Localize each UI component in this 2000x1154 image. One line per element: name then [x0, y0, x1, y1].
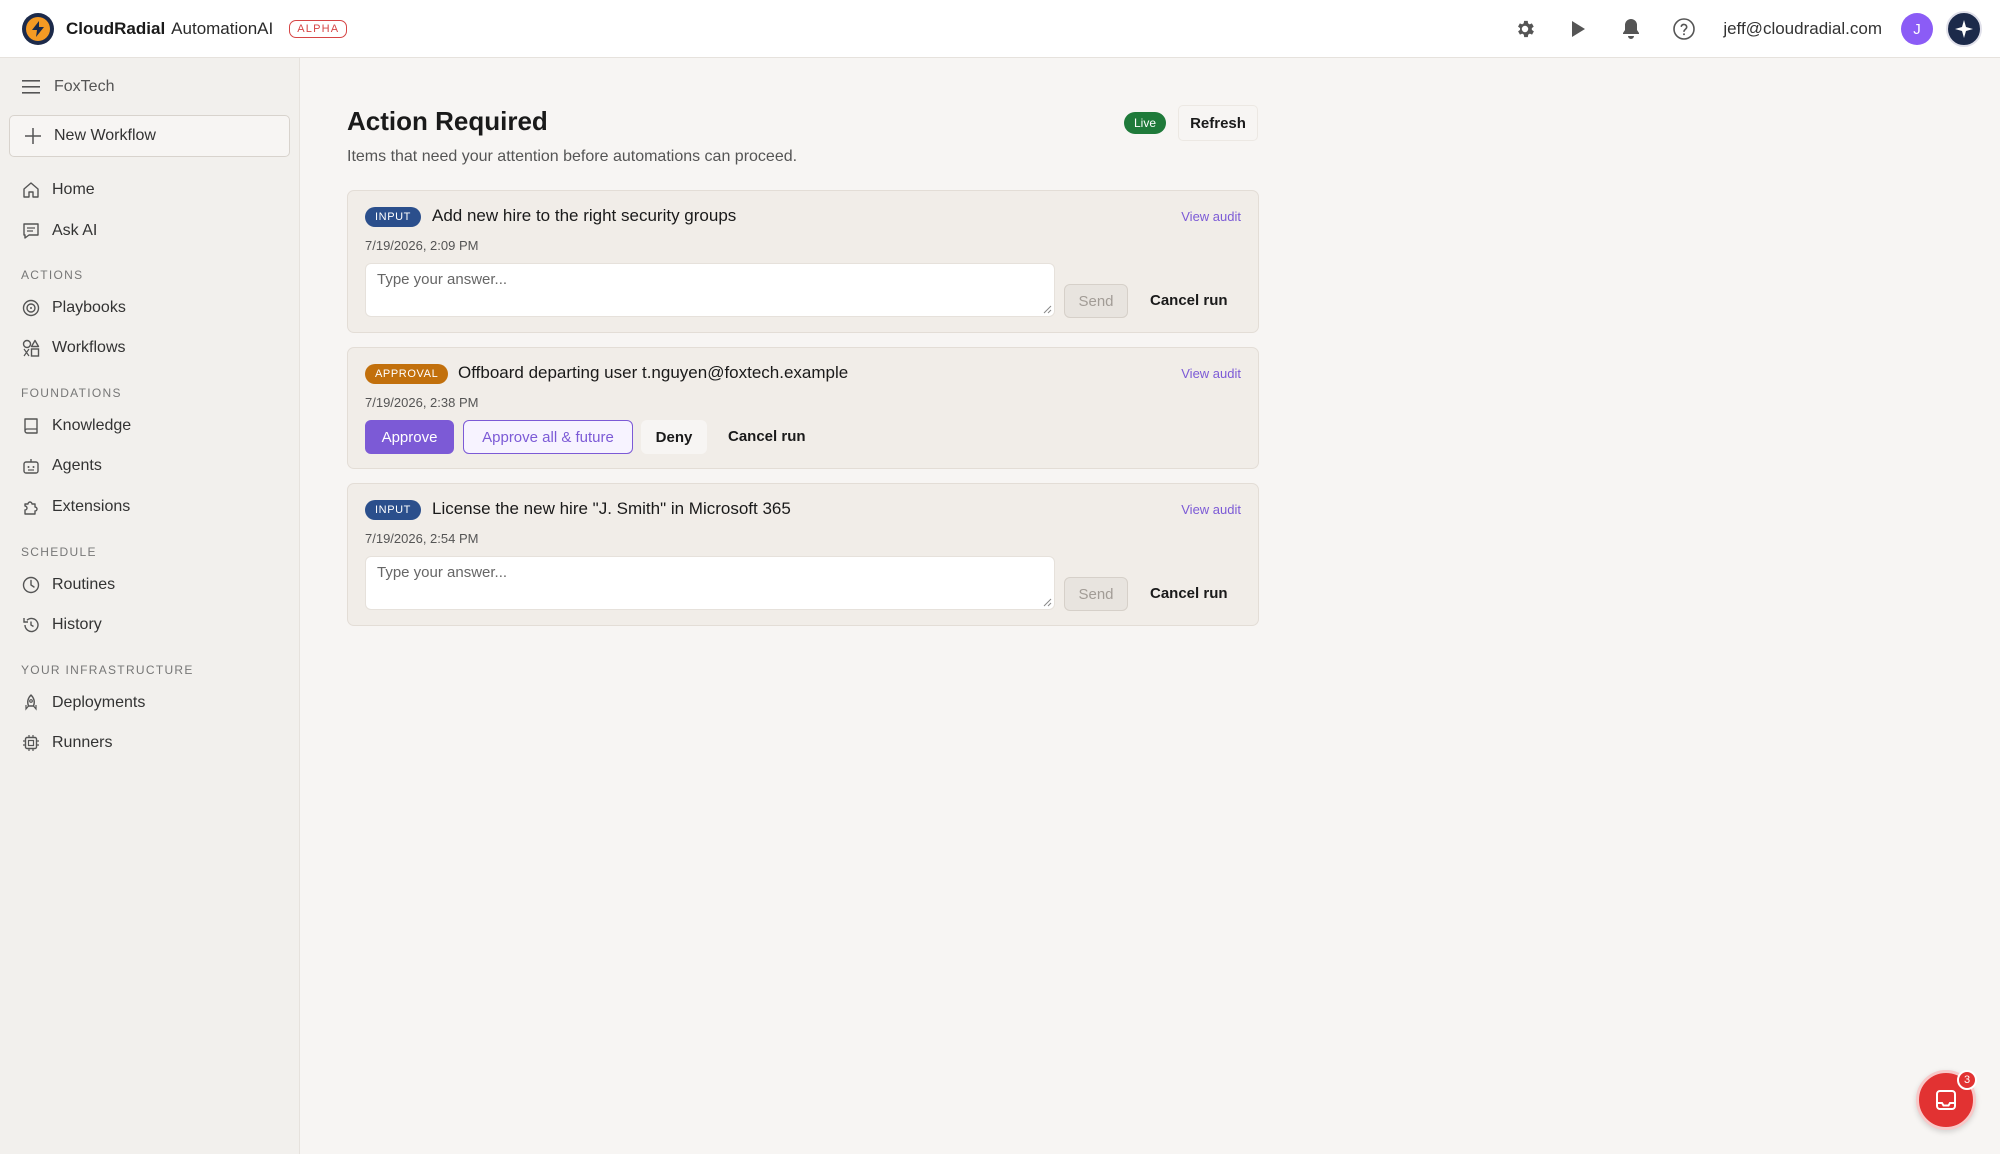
- sidebar-item-label: Deployments: [52, 694, 146, 711]
- view-audit-link[interactable]: View audit: [1181, 502, 1241, 517]
- sidebar-item-deployments[interactable]: Deployments: [22, 690, 145, 716]
- menu-icon[interactable]: [22, 80, 40, 94]
- section-foundations: FOUNDATIONS: [21, 386, 122, 400]
- input-badge: INPUT: [365, 500, 421, 520]
- card-timestamp: 7/19/2026, 2:38 PM: [365, 395, 479, 410]
- sidebar-item-runners[interactable]: Runners: [22, 730, 112, 756]
- product-name: AutomationAI: [171, 18, 274, 38]
- card-title: Add new hire to the right security group…: [432, 206, 737, 225]
- chat-icon: [23, 223, 39, 239]
- cancel-run-button[interactable]: Cancel run: [1150, 585, 1228, 602]
- sidebar-item-label: Extensions: [52, 498, 131, 515]
- sidebar-item-extensions[interactable]: Extensions: [22, 494, 130, 520]
- shapes-icon: [22, 339, 40, 357]
- history-icon: [23, 617, 39, 633]
- resize-grip-icon[interactable]: [1043, 598, 1052, 607]
- bell-icon[interactable]: [1618, 16, 1644, 42]
- clock-icon: [22, 576, 40, 594]
- puzzle-icon: [24, 501, 38, 515]
- sidebar-item-label: Routines: [52, 576, 116, 593]
- sidebar-item-label: Home: [52, 181, 95, 198]
- help-icon[interactable]: [1671, 16, 1697, 42]
- book-icon: [24, 418, 38, 434]
- brand[interactable]: CloudRadial AutomationAI ALPHA: [22, 12, 348, 45]
- sidebar-item-playbooks[interactable]: Playbooks: [22, 295, 126, 321]
- live-badge: Live: [1124, 112, 1167, 134]
- sidebar-item-agents[interactable]: Agents: [22, 453, 102, 479]
- inbox-icon: [1936, 1090, 1956, 1110]
- sidebar: FoxTech New Workflow Home Ask AI ACTIONS…: [0, 58, 300, 1154]
- resize-grip-icon[interactable]: [1043, 305, 1052, 314]
- sidebar-item-history[interactable]: History: [22, 612, 102, 638]
- sidebar-item-label: Workflows: [52, 339, 126, 356]
- sidebar-item-label: History: [52, 616, 102, 633]
- card-title: Offboard departing user t.nguyen@foxtech…: [458, 363, 849, 382]
- org-name: FoxTech: [54, 78, 115, 95]
- new-workflow-label: New Workflow: [54, 127, 156, 144]
- top-bar: CloudRadial AutomationAI ALPHA jeff@clou…: [0, 0, 2000, 58]
- sidebar-item-label: Agents: [52, 457, 102, 474]
- approval-badge: APPROVAL: [365, 364, 449, 384]
- cpu-icon: [23, 735, 39, 751]
- alpha-badge: ALPHA: [289, 19, 348, 38]
- page-title: Action Required: [347, 106, 548, 136]
- plus-icon: [25, 128, 41, 144]
- section-your-infrastructure: YOUR INFRASTRUCTURE: [21, 663, 194, 677]
- view-audit-link[interactable]: View audit: [1181, 209, 1241, 224]
- input-badge: INPUT: [365, 207, 421, 227]
- gear-icon[interactable]: [1512, 16, 1538, 42]
- answer-placeholder: Type your answer...: [377, 564, 508, 581]
- org-switcher[interactable]: FoxTech: [22, 78, 114, 96]
- approve-button[interactable]: Approve: [365, 420, 454, 454]
- deny-button[interactable]: Deny: [641, 420, 707, 454]
- send-button[interactable]: Send: [1064, 577, 1128, 611]
- section-schedule: SCHEDULE: [21, 545, 97, 559]
- sidebar-item-label: Playbooks: [52, 299, 126, 316]
- new-workflow-button[interactable]: New Workflow: [9, 115, 290, 157]
- approve-all-future-button[interactable]: Approve all & future: [463, 420, 633, 454]
- sidebar-item-label: Knowledge: [52, 417, 132, 434]
- rocket-icon: [25, 694, 37, 711]
- chat-unread-badge: 3: [1957, 1070, 1977, 1090]
- avatar[interactable]: J: [1901, 13, 1933, 45]
- view-audit-link[interactable]: View audit: [1181, 366, 1241, 381]
- action-card-input-1: INPUT Add new hire to the right security…: [347, 190, 1259, 333]
- robot-icon: [23, 459, 39, 474]
- sidebar-item-workflows[interactable]: Workflows: [22, 335, 126, 361]
- send-button[interactable]: Send: [1064, 284, 1128, 318]
- sidebar-item-routines[interactable]: Routines: [22, 572, 115, 598]
- action-card-approval: APPROVAL Offboard departing user t.nguye…: [347, 347, 1259, 469]
- home-icon: [23, 182, 39, 198]
- play-icon[interactable]: [1565, 16, 1591, 42]
- brand-name: CloudRadial: [66, 18, 166, 38]
- answer-input[interactable]: Type your answer...: [365, 263, 1055, 317]
- assistant-star-icon[interactable]: [1946, 11, 1982, 47]
- sidebar-item-label: Ask AI: [52, 222, 98, 239]
- page-subtitle: Items that need your attention before au…: [347, 148, 798, 165]
- section-actions: ACTIONS: [21, 268, 84, 282]
- cancel-run-button[interactable]: Cancel run: [1150, 292, 1228, 309]
- sidebar-item-label: Runners: [52, 734, 113, 751]
- header-actions: jeff@cloudradial.com J: [1485, 0, 1982, 58]
- card-timestamp: 7/19/2026, 2:09 PM: [365, 238, 479, 253]
- target-icon: [22, 299, 40, 317]
- cancel-run-button[interactable]: Cancel run: [728, 428, 806, 445]
- sidebar-item-home[interactable]: Home: [22, 177, 95, 203]
- card-timestamp: 7/19/2026, 2:54 PM: [365, 531, 479, 546]
- sidebar-item-knowledge[interactable]: Knowledge: [22, 413, 131, 439]
- logo-icon: [22, 12, 54, 45]
- refresh-button[interactable]: Refresh: [1178, 105, 1258, 141]
- sidebar-item-ask-ai[interactable]: Ask AI: [22, 218, 97, 244]
- answer-placeholder: Type your answer...: [377, 271, 508, 288]
- card-title: License the new hire "J. Smith" in Micro…: [432, 499, 791, 518]
- action-card-input-2: INPUT License the new hire "J. Smith" in…: [347, 483, 1259, 626]
- user-email[interactable]: jeff@cloudradial.com: [1723, 19, 1882, 39]
- answer-input[interactable]: Type your answer...: [365, 556, 1055, 610]
